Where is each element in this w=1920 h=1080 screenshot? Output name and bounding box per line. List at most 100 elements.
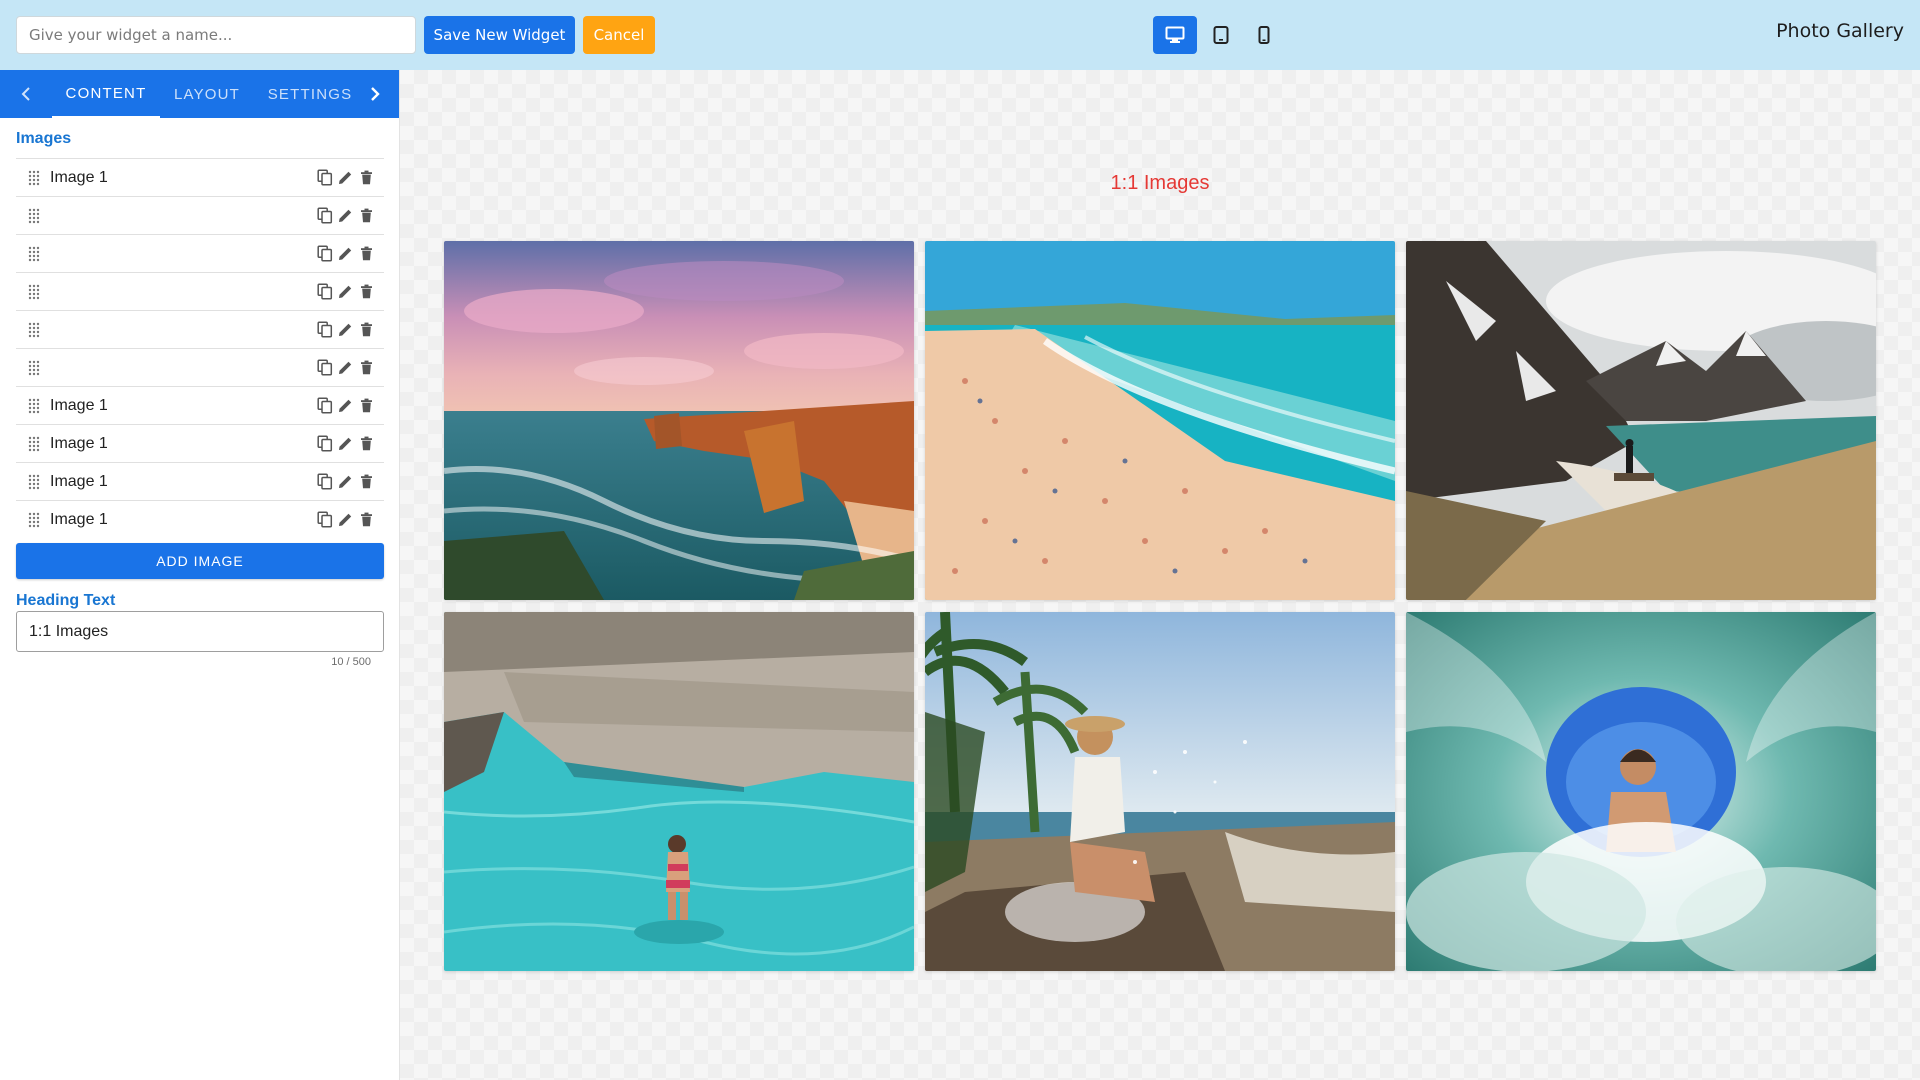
drag-handle-icon[interactable] <box>26 359 42 377</box>
list-item[interactable] <box>16 196 384 234</box>
list-item[interactable]: Image 1 <box>16 500 384 538</box>
copy-icon[interactable] <box>315 282 334 302</box>
image-item-label: Image 1 <box>50 510 108 528</box>
row-actions <box>315 235 376 272</box>
phone-icon <box>1258 26 1270 44</box>
drag-handle-icon[interactable] <box>26 169 42 187</box>
tab-scroll-left-button[interactable] <box>0 70 52 118</box>
list-item[interactable] <box>16 272 384 310</box>
image-item-label: Image 1 <box>50 472 108 490</box>
row-actions <box>315 425 376 462</box>
delete-icon[interactable] <box>357 206 376 226</box>
gallery-photo-sea-stacks[interactable] <box>444 241 914 600</box>
image-list: Image 1 Image 1 Image 1 Image 1 Image 1 <box>16 158 384 538</box>
tablet-icon <box>1213 26 1229 44</box>
list-item[interactable]: Image 1 <box>16 424 384 462</box>
copy-icon[interactable] <box>315 510 334 530</box>
edit-icon[interactable] <box>336 472 355 492</box>
gallery-heading: 1:1 Images <box>1110 172 1210 194</box>
editor-sidebar: CONTENT LAYOUT SETTINGS Images Image 1 I… <box>0 70 400 1080</box>
tab-settings[interactable]: SETTINGS <box>254 70 366 118</box>
heading-text-label: Heading Text <box>16 592 116 609</box>
add-image-button[interactable]: ADD IMAGE <box>16 543 384 579</box>
row-actions <box>315 387 376 424</box>
list-item[interactable]: Image 1 <box>16 462 384 500</box>
row-actions <box>315 501 376 538</box>
tab-content[interactable]: CONTENT <box>52 70 160 118</box>
copy-icon[interactable] <box>315 434 334 454</box>
sidebar-tabs: CONTENT LAYOUT SETTINGS <box>0 70 399 118</box>
top-toolbar: Save New Widget Cancel Photo Gallery <box>0 0 1920 70</box>
desktop-view-button[interactable] <box>1153 16 1197 54</box>
drag-handle-icon[interactable] <box>26 207 42 225</box>
delete-icon[interactable] <box>357 320 376 340</box>
list-item[interactable] <box>16 310 384 348</box>
widget-name-input[interactable] <box>16 16 416 54</box>
gallery-photo-pool[interactable] <box>444 612 914 971</box>
copy-icon[interactable] <box>315 472 334 492</box>
copy-icon[interactable] <box>315 206 334 226</box>
heading-char-counter: 10 / 500 <box>331 656 371 668</box>
edit-icon[interactable] <box>336 320 355 340</box>
edit-icon[interactable] <box>336 244 355 264</box>
drag-handle-icon[interactable] <box>26 283 42 301</box>
edit-icon[interactable] <box>336 396 355 416</box>
row-actions <box>315 273 376 310</box>
list-item[interactable] <box>16 234 384 272</box>
chevron-right-icon <box>371 87 380 101</box>
edit-icon[interactable] <box>336 434 355 454</box>
edit-icon[interactable] <box>336 358 355 378</box>
tab-scroll-right-button[interactable] <box>351 70 399 118</box>
drag-handle-icon[interactable] <box>26 321 42 339</box>
heading-text-input[interactable] <box>16 611 384 652</box>
delete-icon[interactable] <box>357 510 376 530</box>
edit-icon[interactable] <box>336 168 355 188</box>
list-item[interactable]: Image 1 <box>16 386 384 424</box>
row-actions <box>315 463 376 500</box>
tablet-view-button[interactable] <box>1199 16 1243 54</box>
images-section-label: Images <box>16 130 72 147</box>
copy-icon[interactable] <box>315 358 334 378</box>
drag-handle-icon[interactable] <box>26 473 42 491</box>
phone-view-button[interactable] <box>1242 16 1286 54</box>
copy-icon[interactable] <box>315 244 334 264</box>
delete-icon[interactable] <box>357 358 376 378</box>
drag-handle-icon[interactable] <box>26 435 42 453</box>
chevron-left-icon <box>21 87 30 101</box>
copy-icon[interactable] <box>315 396 334 416</box>
edit-icon[interactable] <box>336 282 355 302</box>
image-item-label: Image 1 <box>50 168 108 186</box>
delete-icon[interactable] <box>357 434 376 454</box>
tab-layout[interactable]: LAYOUT <box>160 70 254 118</box>
image-item-label: Image 1 <box>50 434 108 452</box>
save-new-widget-button[interactable]: Save New Widget <box>424 16 575 54</box>
desktop-icon <box>1165 26 1185 43</box>
gallery-photo-beach[interactable] <box>925 241 1395 600</box>
gallery-photo-splash[interactable] <box>925 612 1395 971</box>
app-title: Photo Gallery <box>1776 20 1904 42</box>
copy-icon[interactable] <box>315 320 334 340</box>
gallery-photo-wave[interactable] <box>1406 612 1876 971</box>
drag-handle-icon[interactable] <box>26 245 42 263</box>
delete-icon[interactable] <box>357 282 376 302</box>
copy-icon[interactable] <box>315 168 334 188</box>
row-actions <box>315 197 376 234</box>
delete-icon[interactable] <box>357 244 376 264</box>
photo-gallery-grid <box>444 241 1876 971</box>
image-item-label: Image 1 <box>50 396 108 414</box>
preview-canvas: 1:1 Images <box>400 70 1920 1080</box>
cancel-button[interactable]: Cancel <box>583 16 655 54</box>
delete-icon[interactable] <box>357 168 376 188</box>
drag-handle-icon[interactable] <box>26 397 42 415</box>
list-item[interactable]: Image 1 <box>16 158 384 196</box>
drag-handle-icon[interactable] <box>26 511 42 529</box>
edit-icon[interactable] <box>336 510 355 530</box>
list-item[interactable] <box>16 348 384 386</box>
row-actions <box>315 311 376 348</box>
row-actions <box>315 349 376 386</box>
delete-icon[interactable] <box>357 472 376 492</box>
edit-icon[interactable] <box>336 206 355 226</box>
delete-icon[interactable] <box>357 396 376 416</box>
gallery-photo-mountain[interactable] <box>1406 241 1876 600</box>
row-actions <box>315 159 376 196</box>
